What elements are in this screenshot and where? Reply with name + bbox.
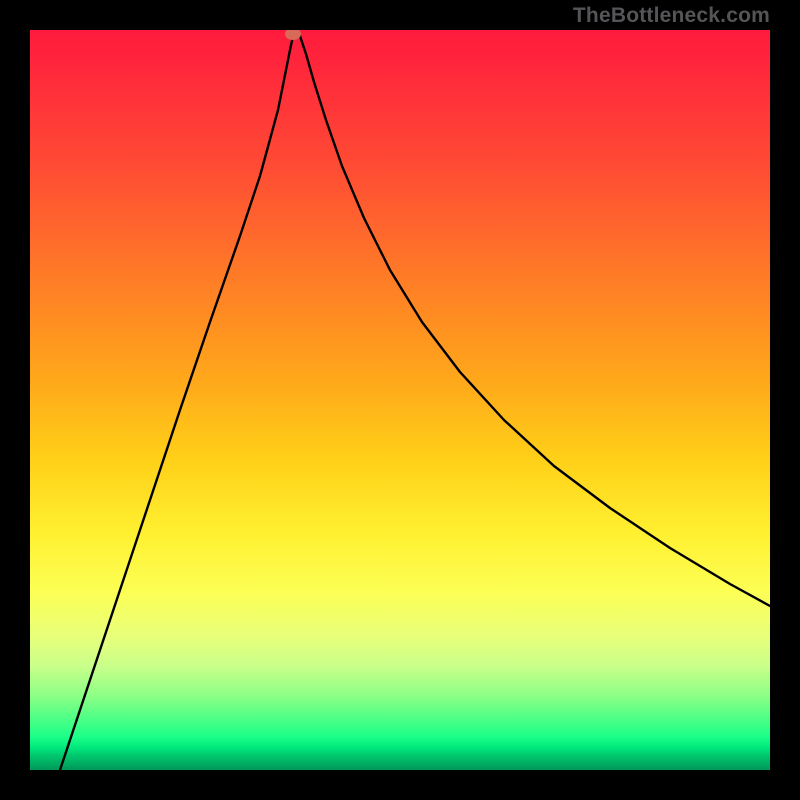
- optimal-point-marker: [285, 30, 301, 40]
- curve-group: [60, 30, 770, 770]
- curve-svg: [30, 30, 770, 770]
- plot-area: [30, 30, 770, 770]
- watermark-text: TheBottleneck.com: [573, 4, 770, 28]
- chart-frame: TheBottleneck.com: [0, 0, 800, 800]
- bottleneck-curve: [60, 32, 770, 770]
